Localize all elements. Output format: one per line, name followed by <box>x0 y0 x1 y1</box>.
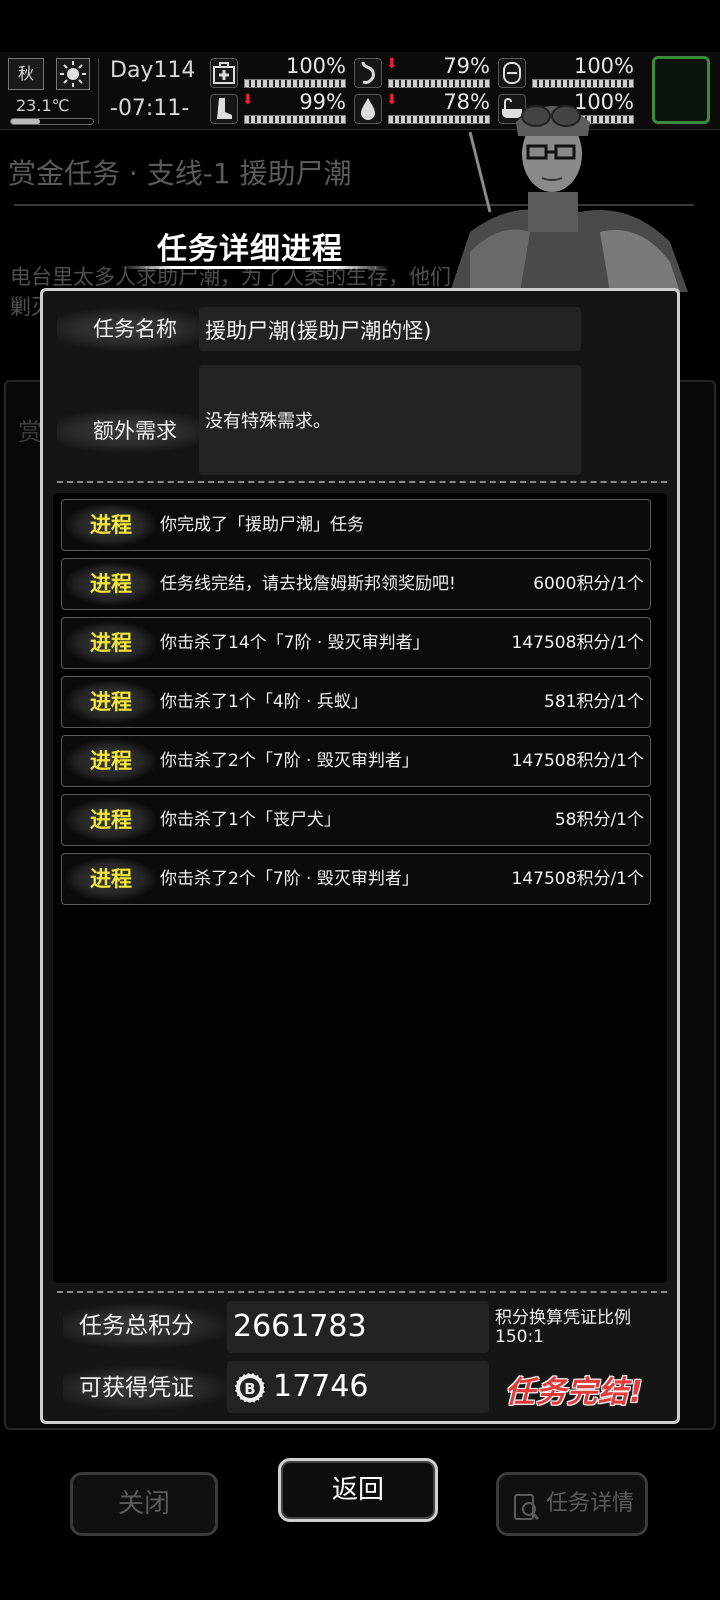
trend-down-icon: ⬇ <box>386 92 398 108</box>
trend-down-icon: ⬇ <box>242 92 254 108</box>
progress-reward: 147508积分/1个 <box>511 869 644 889</box>
extra-requirement-field: 没有特殊需求。 <box>199 365 581 475</box>
season-weather: 秋 23.1℃ <box>6 56 94 126</box>
stomach-icon <box>354 58 382 88</box>
progress-row: 进程 你击杀了2个「7阶 · 毁灭审判者」 147508积分/1个 <box>61 853 651 905</box>
progress-reward: 58积分/1个 <box>554 810 644 830</box>
stat-hunger: ⬇ 79% <box>354 54 494 90</box>
stat-health: 100% <box>210 54 350 90</box>
progress-row: 进程 你完成了「援助尸潮」任务 <box>61 499 651 551</box>
progress-tag: 进程 <box>66 622 156 664</box>
task-details-button[interactable]: 任务详情 <box>496 1472 648 1536</box>
panel-heading: 赏 <box>18 418 42 446</box>
progress-tag: 进程 <box>66 504 156 546</box>
progress-tag: 进程 <box>66 563 156 605</box>
day-counter: Day114 <box>110 58 196 83</box>
stat-stamina: ⬇ 99% <box>210 90 350 126</box>
stat-bar <box>244 115 346 124</box>
task-name-value: 援助尸潮(援助尸潮的怪) <box>205 319 432 343</box>
temperature: 23.1℃ <box>16 96 70 115</box>
svg-text:B: B <box>244 1380 255 1398</box>
total-points-field: 2661783 <box>227 1301 489 1353</box>
stat-bar <box>388 79 490 88</box>
progress-tag: 进程 <box>66 858 156 900</box>
season-label: 秋 <box>8 58 44 90</box>
mask-icon <box>498 58 526 88</box>
mission-title: 赏金任务 · 支线-1 援助尸潮 <box>8 157 352 190</box>
dashed-divider <box>57 1291 667 1293</box>
boot-icon <box>210 94 238 124</box>
progress-row: 进程 你击杀了2个「7阶 · 毁灭审判者」 147508积分/1个 <box>61 735 651 787</box>
stat-value: 79% <box>443 54 490 78</box>
task-name-label: 任务名称 <box>57 307 217 351</box>
progress-row: 进程 任务线完结，请去找詹姆斯邦领奖励吧! 6000积分/1个 <box>61 558 651 610</box>
sun-icon <box>56 58 90 90</box>
task-name-field: 援助尸潮(援助尸潮的怪) <box>199 307 581 351</box>
progress-reward: 147508积分/1个 <box>511 633 644 653</box>
trend-down-icon: ⬇ <box>386 56 398 72</box>
back-button[interactable]: 返回 <box>278 1458 438 1522</box>
progress-description: 你击杀了14个「7阶 · 毁灭审判者」 <box>160 633 430 653</box>
progress-row: 进程 你击杀了1个「丧尸犬」 58积分/1个 <box>61 794 651 846</box>
task-complete-stamp: 任务完结! <box>505 1375 644 1410</box>
progress-description: 你完成了「援助尸潮」任务 <box>160 515 364 535</box>
progress-row: 进程 你击杀了14个「7阶 · 毁灭审判者」 147508积分/1个 <box>61 617 651 669</box>
close-button[interactable]: 关闭 <box>70 1472 218 1536</box>
voucher-coin-icon: B <box>233 1371 267 1405</box>
temperature-bar <box>10 118 94 125</box>
progress-description: 你击杀了2个「7阶 · 毁灭审判者」 <box>160 869 419 889</box>
stat-value: 100% <box>573 54 634 78</box>
task-progress-dialog: 任务名称 援助尸潮(援助尸潮的怪) 额外需求 没有特殊需求。 进程 你完成了「援… <box>40 288 680 1424</box>
progress-description: 你击杀了2个「7阶 · 毁灭审判者」 <box>160 751 419 771</box>
ratio-value: 150:1 <box>495 1327 544 1347</box>
stat-mood: 100% <box>498 54 638 90</box>
extra-requirement-label: 额外需求 <box>57 409 217 453</box>
progress-tag: 进程 <box>66 681 156 723</box>
water-drop-icon <box>354 94 382 124</box>
task-details-label: 任务详情 <box>545 1491 634 1516</box>
voucher-field: B 17746 <box>227 1361 489 1413</box>
total-points-label: 任务总积分 <box>63 1303 233 1349</box>
progress-description: 你击杀了1个「丧尸犬」 <box>160 810 341 830</box>
progress-reward: 6000积分/1个 <box>533 574 644 594</box>
soldier-portrait <box>430 92 690 292</box>
progress-list[interactable]: 进程 你完成了「援助尸潮」任务 进程 任务线完结，请去找詹姆斯邦领奖励吧! 60… <box>53 493 667 1283</box>
extra-requirement-value: 没有特殊需求。 <box>205 411 331 432</box>
medkit-icon <box>210 58 238 88</box>
progress-reward: 581积分/1个 <box>544 692 644 712</box>
dashed-divider <box>57 481 667 483</box>
title-underline <box>120 266 390 269</box>
progress-row: 进程 你击杀了1个「4阶 · 兵蚁」 581积分/1个 <box>61 676 651 728</box>
document-search-icon <box>510 1488 542 1521</box>
progress-tag: 进程 <box>66 799 156 841</box>
progress-description: 任务线完结，请去找詹姆斯邦领奖励吧! <box>160 574 456 594</box>
divider <box>98 58 99 124</box>
stat-value: 99% <box>299 90 346 114</box>
progress-tag: 进程 <box>66 740 156 782</box>
progress-description: 你击杀了1个「4阶 · 兵蚁」 <box>160 692 368 712</box>
game-time: -07:11- <box>110 96 190 121</box>
stat-bar <box>532 79 634 88</box>
voucher-label: 可获得凭证 <box>63 1365 233 1411</box>
progress-reward: 147508积分/1个 <box>511 751 644 771</box>
total-points-value: 2661783 <box>233 1309 367 1344</box>
ratio-title: 积分换算凭证比例 <box>495 1308 631 1328</box>
voucher-value: 17746 <box>273 1369 369 1404</box>
dialog-title: 任务详细进程 <box>157 232 343 267</box>
stat-bar <box>244 79 346 88</box>
stat-value: 100% <box>285 54 346 78</box>
